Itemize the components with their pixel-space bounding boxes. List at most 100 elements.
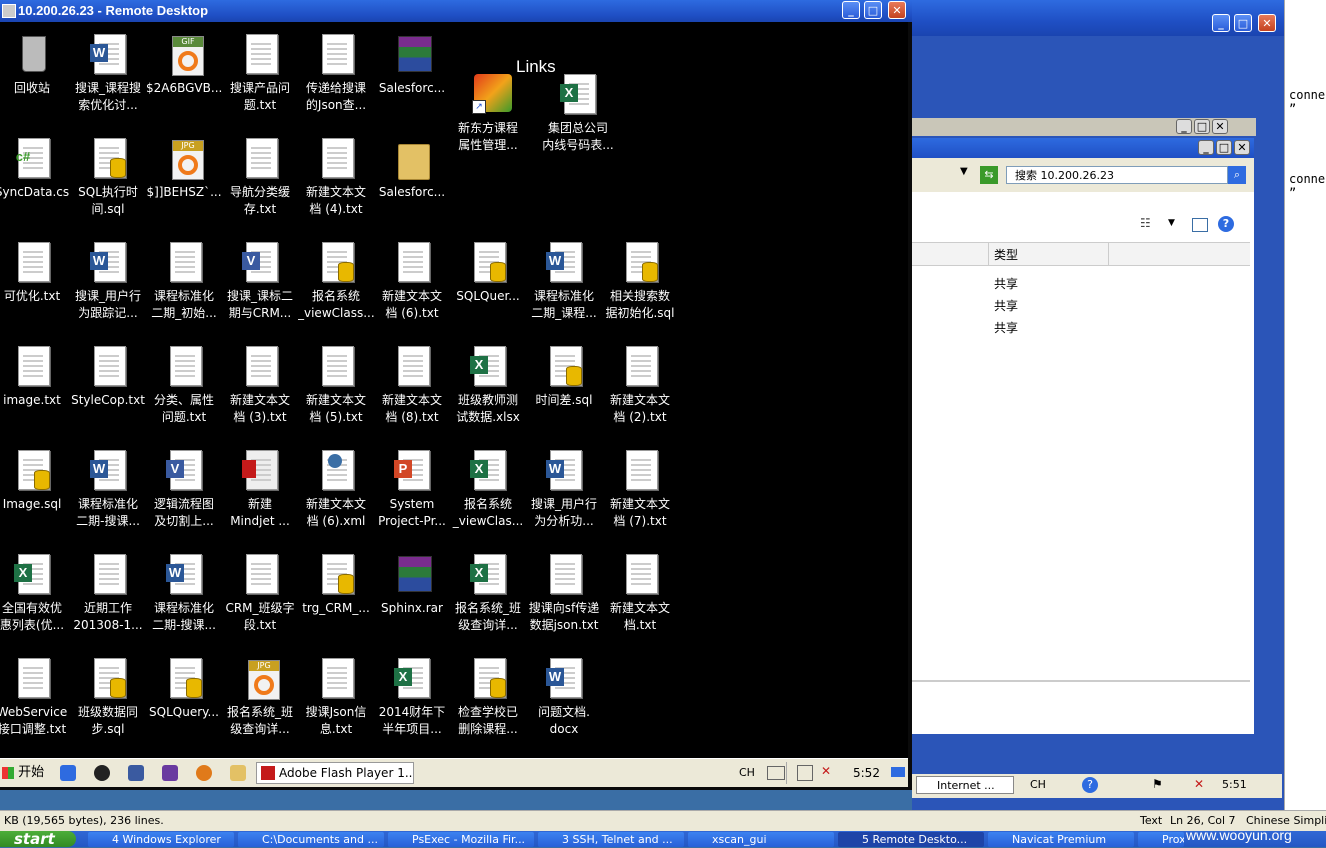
desktop-icon[interactable]: SQLQuer... <box>450 240 526 322</box>
start-button[interactable]: 开始 <box>0 762 44 784</box>
desktop-icon[interactable]: 分类、属性 问题.txt <box>146 344 222 426</box>
help-icon[interactable]: ? <box>1218 216 1234 232</box>
network-icon[interactable] <box>797 765 813 781</box>
preview-pane-icon[interactable] <box>1192 218 1208 232</box>
column-header[interactable]: 类型 <box>912 242 1250 266</box>
flag-icon[interactable]: ⚑ <box>1152 777 1163 791</box>
desktop-icon[interactable]: 时间差.sql <box>526 344 602 426</box>
desktop-icon[interactable]: V 搜课_课标二 期与CRM... <box>222 240 298 322</box>
desktop-icon[interactable]: 回收站 <box>0 32 70 114</box>
desktop-icon[interactable]: 新建文本文 档 (6).xml <box>298 448 374 530</box>
desktop-icon[interactable]: 新建文本文 档 (2).txt <box>602 344 678 426</box>
taskbar-item-psexec[interactable]: PsExec - Mozilla Fir... <box>388 832 534 847</box>
keyboard-icon[interactable] <box>767 766 785 780</box>
taskbar-item-windows-explorer[interactable]: 4 Windows Explorer <box>88 832 234 847</box>
minimize-icon[interactable]: _ <box>842 1 860 19</box>
desktop-icon[interactable]: WebService 接口调整.txt <box>0 656 70 738</box>
remote-desktop-titlebar[interactable]: 10.200.26.23 - Remote Desktop _ □ ✕ <box>0 0 912 22</box>
desktop-icon[interactable]: GIF $2A6BGVB... <box>146 32 222 114</box>
taskbar-item-ssh[interactable]: 3 SSH, Telnet and ... <box>538 832 684 847</box>
column-type-label[interactable]: 类型 <box>994 246 1018 263</box>
desktop-icon[interactable]: CRM_班级字 段.txt <box>222 552 298 634</box>
desktop-icon[interactable]: 新建 Mindjet ... <box>222 448 298 530</box>
desktop-icon[interactable]: 搜课Json信 息.txt <box>298 656 374 738</box>
flash-player-taskbar-button[interactable]: Adobe Flash Player 1... <box>256 762 414 784</box>
desktop-icon[interactable]: W 搜课_课程搜 索优化讨... <box>70 32 146 114</box>
desktop-icon[interactable]: W 课程标准化 二期-搜课... <box>70 448 146 530</box>
desktop-icon[interactable]: 搜课产品问 题.txt <box>222 32 298 114</box>
desktop-icon[interactable]: c# SyncData.cs <box>0 136 70 218</box>
list-item[interactable]: 共享 <box>994 275 1018 292</box>
search-input[interactable]: 搜索 10.200.26.23 <box>1006 166 1228 184</box>
list-item[interactable]: 共享 <box>994 319 1018 336</box>
ie-icon[interactable] <box>60 765 76 781</box>
visual-studio-icon[interactable] <box>162 765 178 781</box>
desktop-icon[interactable]: X 集团总公司 内线号码表... <box>540 72 616 154</box>
taskbar-item-documents[interactable]: C:\Documents and ... <box>238 832 384 847</box>
desktop-icon[interactable]: 传递给搜课 的Json查... <box>298 32 374 114</box>
desktop-icon[interactable]: 搜课向sf传递 数据json.txt <box>526 552 602 634</box>
desktop-icon[interactable]: 可优化.txt <box>0 240 70 322</box>
maximize-icon[interactable]: □ <box>1194 119 1210 134</box>
desktop-icon[interactable]: 班级数据同 步.sql <box>70 656 146 738</box>
code-editor-strip[interactable]: conne ” conne ” <box>1284 0 1326 810</box>
desktop-icon[interactable]: 相关搜索数 据初始化.sql <box>602 240 678 322</box>
clock[interactable]: 5:52 <box>853 766 880 780</box>
desktop-icon[interactable]: P System Project-Pr... <box>374 448 450 530</box>
desktop-icon[interactable]: 新建文本文 档 (4).txt <box>298 136 374 218</box>
taskbar-item-proxifier[interactable]: Proxifier <box>1138 832 1184 847</box>
view-list-icon[interactable]: ☷ <box>1140 216 1151 230</box>
desktop-icon[interactable]: Image.sql <box>0 448 70 530</box>
desktop-icon[interactable]: 新建文本文 档 (6).txt <box>374 240 450 322</box>
desktop-icon[interactable]: W 课程标准化 二期-搜课... <box>146 552 222 634</box>
desktop-icon[interactable]: X 全国有效优 惠列表(优... <box>0 552 70 634</box>
help-icon[interactable]: ? <box>1082 777 1098 793</box>
desktop-icon[interactable]: X 报名系统 _viewClas... <box>450 448 526 530</box>
desktop-icon[interactable]: 课程标准化 二期_初始... <box>146 240 222 322</box>
monitor-icon[interactable] <box>891 767 905 777</box>
language-indicator[interactable]: CH <box>1030 778 1046 791</box>
desktop-icon[interactable]: Sphinx.rar <box>374 552 450 634</box>
taskbar-item-xscan[interactable]: xscan_gui <box>688 832 834 847</box>
close-icon[interactable]: ✕ <box>1258 14 1276 32</box>
desktop-icon[interactable]: 近期工作 201308-1... <box>70 552 146 634</box>
remote-desktop-area[interactable]: Links 回收站 W 搜课_课程搜 索优化讨... GIF $2A6BGVB... 搜课… <box>0 22 908 758</box>
refresh-icon[interactable]: ⇆ <box>980 166 998 184</box>
taskbar-item-remote-desktop[interactable]: 5 Remote Deskto... <box>838 832 984 847</box>
clock[interactable]: 5:51 <box>1222 778 1247 791</box>
desktop-icon[interactable]: Salesforc... <box>374 32 450 114</box>
desktop-icon[interactable]: StyleCop.txt <box>70 344 146 426</box>
chevron-down-icon[interactable]: ▼ <box>1168 218 1175 228</box>
dropdown-arrow-icon[interactable]: ▼ <box>960 166 968 177</box>
link-icon[interactable] <box>128 765 144 781</box>
close-icon[interactable]: ✕ <box>1234 140 1250 155</box>
desktop-icon[interactable]: SQLQuery... <box>146 656 222 738</box>
taskbar-item-navicat[interactable]: Navicat Premium <box>988 832 1134 847</box>
folder-icon[interactable] <box>230 765 246 781</box>
desktop-icon[interactable]: 新建文本文 档 (5).txt <box>298 344 374 426</box>
desktop-icon[interactable]: SQL执行时 间.sql <box>70 136 146 218</box>
desktop-icon[interactable]: 报名系统 _viewClass... <box>298 240 374 322</box>
desktop-icon[interactable]: JPG $]]BEHSZ`... <box>146 136 222 218</box>
minimize-icon[interactable]: _ <box>1212 14 1230 32</box>
desktop-icon[interactable]: W 课程标准化 二期_课程... <box>526 240 602 322</box>
desktop-icon[interactable]: V 逻辑流程图 及切割上... <box>146 448 222 530</box>
desktop-icon[interactable]: 新建文本文 档 (7).txt <box>602 448 678 530</box>
desktop-icon[interactable]: Salesforc... <box>374 136 450 218</box>
start-button[interactable]: start <box>0 831 76 847</box>
language-indicator[interactable]: CH <box>739 766 755 779</box>
desktop-icon[interactable]: X 报名系统_班 级查询详... <box>450 552 526 634</box>
desktop-icon[interactable]: 新建文本文 档 (8).txt <box>374 344 450 426</box>
maximize-icon[interactable]: □ <box>864 1 882 19</box>
desktop-icon[interactable]: 新建文本文 档 (3).txt <box>222 344 298 426</box>
search-icon[interactable]: ⌕ <box>1228 166 1246 184</box>
desktop-icon[interactable]: X 2014财年下 半年项目... <box>374 656 450 738</box>
desktop-icon[interactable]: 新建文本文 档.txt <box>602 552 678 634</box>
desktop-icon[interactable]: X 班级教师测 试数据.xlsx <box>450 344 526 426</box>
desktop-icon[interactable]: trg_CRM_... <box>298 552 374 634</box>
volume-muted-icon[interactable]: ✕ <box>1194 777 1204 791</box>
desktop-icon[interactable]: JPG 报名系统_班 级查询详... <box>222 656 298 738</box>
desktop-icon[interactable]: image.txt <box>0 344 70 426</box>
desktop-icon[interactable]: W 搜课_用户行 为分析功... <box>526 448 602 530</box>
desktop-icon[interactable]: ↗ 新东方课程 属性管理... <box>450 72 526 154</box>
